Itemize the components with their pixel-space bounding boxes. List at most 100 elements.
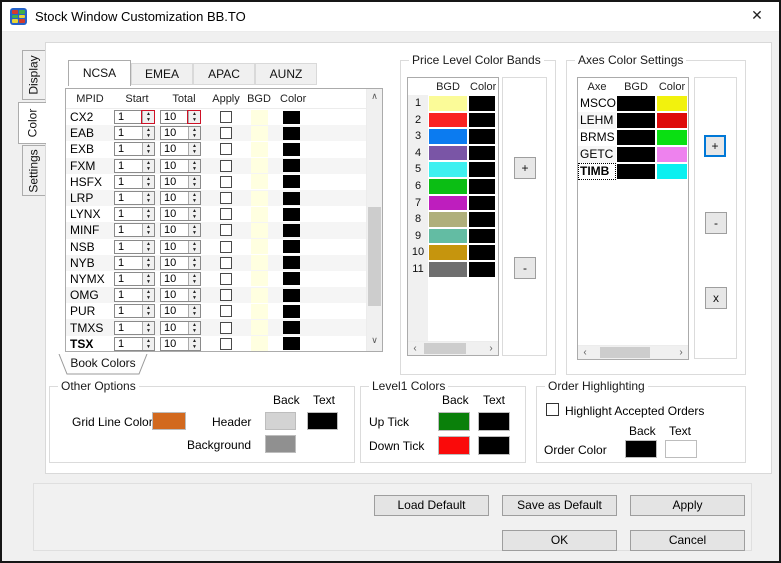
bgd-swatch[interactable] xyxy=(250,206,268,222)
apply-checkbox[interactable] xyxy=(220,321,232,334)
bgd-swatch[interactable] xyxy=(250,222,268,238)
delete-axe-button[interactable]: x xyxy=(705,287,727,309)
color-swatch[interactable] xyxy=(282,337,300,351)
total-spinner[interactable]: 10 ▲ ▼ xyxy=(160,142,201,157)
spinner-down-icon[interactable]: ▼ xyxy=(192,295,197,301)
bgd-swatch[interactable] xyxy=(250,158,268,174)
axe-bgd-swatch[interactable] xyxy=(616,112,656,129)
bgd-swatch[interactable] xyxy=(250,255,268,271)
spinner-arrows[interactable]: ▲ ▼ xyxy=(142,337,154,350)
spinner-arrows[interactable]: ▲ ▼ xyxy=(188,240,200,253)
axe-color-swatch[interactable] xyxy=(656,112,688,129)
spinner-down-icon[interactable]: ▼ xyxy=(192,182,197,188)
band-color-swatch[interactable] xyxy=(468,161,496,178)
color-swatch[interactable] xyxy=(282,288,300,302)
apply-button[interactable]: Apply xyxy=(630,495,745,516)
spinner-down-icon[interactable]: ▼ xyxy=(146,166,151,172)
spinner-arrows[interactable]: ▲ ▼ xyxy=(142,159,154,172)
total-spinner[interactable]: 10 ▲ ▼ xyxy=(160,239,201,254)
spinner-down-icon[interactable]: ▼ xyxy=(192,149,197,155)
spinner-arrows[interactable]: ▲ ▼ xyxy=(142,240,154,253)
band-color-swatch[interactable] xyxy=(468,211,496,228)
total-spinner[interactable]: 10 ▲ ▼ xyxy=(160,110,201,125)
axe-label[interactable]: LEHM xyxy=(578,112,616,129)
band-color-swatch[interactable] xyxy=(468,177,496,195)
spinner-down-icon[interactable]: ▼ xyxy=(146,182,151,188)
spinner-arrows[interactable]: ▲ ▼ xyxy=(142,208,154,221)
apply-checkbox[interactable] xyxy=(220,208,232,221)
total-spinner[interactable]: 10 ▲ ▼ xyxy=(160,223,201,238)
axe-label[interactable]: TIMB xyxy=(578,163,616,180)
total-spinner[interactable]: 10 ▲ ▼ xyxy=(160,304,201,319)
cancel-button[interactable]: Cancel xyxy=(630,530,745,551)
bgd-swatch[interactable] xyxy=(250,336,268,351)
tab-apac[interactable]: APAC xyxy=(193,63,255,85)
apply-checkbox[interactable] xyxy=(220,337,232,350)
color-swatch[interactable] xyxy=(282,256,300,270)
spinner-down-icon[interactable]: ▼ xyxy=(146,295,151,301)
bgd-swatch[interactable] xyxy=(250,303,268,319)
header-back-swatch[interactable] xyxy=(265,412,296,430)
spinner-arrows[interactable]: ▲ ▼ xyxy=(188,208,200,221)
apply-checkbox[interactable] xyxy=(220,305,232,318)
bgd-swatch[interactable] xyxy=(250,320,268,336)
spinner-down-icon[interactable]: ▼ xyxy=(192,247,197,253)
start-spinner[interactable]: 1 ▲ ▼ xyxy=(114,304,155,319)
spinner-down-icon[interactable]: ▼ xyxy=(192,311,197,317)
load-default-button[interactable]: Load Default xyxy=(374,495,489,516)
horizontal-scrollbar[interactable]: ‹ › xyxy=(408,341,498,355)
spinner-down-icon[interactable]: ▼ xyxy=(146,279,151,285)
scroll-up-icon[interactable]: ∧ xyxy=(367,91,382,105)
spinner-down-icon[interactable]: ▼ xyxy=(146,344,151,350)
scroll-left-icon[interactable]: ‹ xyxy=(408,342,422,355)
add-axe-button[interactable]: + xyxy=(704,135,726,157)
add-band-button[interactable]: + xyxy=(514,157,536,179)
apply-checkbox[interactable] xyxy=(220,143,232,156)
spinner-down-icon[interactable]: ▼ xyxy=(192,133,197,139)
up-tick-text-swatch[interactable] xyxy=(478,412,510,431)
apply-checkbox[interactable] xyxy=(220,256,232,269)
down-tick-text-swatch[interactable] xyxy=(478,436,510,455)
spinner-arrows[interactable]: ▲ ▼ xyxy=(142,224,154,237)
spinner-arrows[interactable]: ▲ ▼ xyxy=(188,192,200,205)
band-bgd-swatch[interactable] xyxy=(428,161,468,178)
color-swatch[interactable] xyxy=(282,142,300,156)
tab-ncsa[interactable]: NCSA xyxy=(68,60,131,86)
ok-button[interactable]: OK xyxy=(502,530,617,551)
axe-color-swatch[interactable] xyxy=(656,95,688,112)
spinner-arrows[interactable]: ▲ ▼ xyxy=(188,289,200,302)
apply-checkbox[interactable] xyxy=(220,111,232,124)
spinner-arrows[interactable]: ▲ ▼ xyxy=(142,256,154,269)
color-swatch[interactable] xyxy=(282,304,300,318)
total-spinner[interactable]: 10 ▲ ▼ xyxy=(160,174,201,189)
start-spinner[interactable]: 1 ▲ ▼ xyxy=(114,207,155,222)
apply-checkbox[interactable] xyxy=(220,192,232,205)
spinner-arrows[interactable]: ▲ ▼ xyxy=(142,192,154,205)
header-text-swatch[interactable] xyxy=(307,412,338,430)
color-swatch[interactable] xyxy=(282,110,300,124)
spinner-arrows[interactable]: ▲ ▼ xyxy=(141,110,155,125)
start-spinner[interactable]: 1 ▲ ▼ xyxy=(114,174,155,189)
band-bgd-swatch[interactable] xyxy=(428,111,468,129)
total-spinner[interactable]: 10 ▲ ▼ xyxy=(160,255,201,270)
apply-checkbox[interactable] xyxy=(220,224,232,237)
axe-bgd-swatch[interactable] xyxy=(616,163,656,180)
spinner-arrows[interactable]: ▲ ▼ xyxy=(188,305,200,318)
start-spinner[interactable]: 1 ▲ ▼ xyxy=(114,255,155,270)
color-swatch[interactable] xyxy=(282,321,300,335)
total-spinner[interactable]: 10 ▲ ▼ xyxy=(160,320,201,335)
band-bgd-swatch[interactable] xyxy=(428,227,468,245)
apply-checkbox[interactable] xyxy=(220,289,232,302)
total-spinner[interactable]: 10 ▲ ▼ xyxy=(160,126,201,141)
start-spinner[interactable]: 1 ▲ ▼ xyxy=(114,126,155,141)
spinner-arrows[interactable]: ▲ ▼ xyxy=(188,272,200,285)
bgd-swatch[interactable] xyxy=(250,190,268,206)
tab-emea[interactable]: EMEA xyxy=(131,63,193,85)
total-spinner[interactable]: 10 ▲ ▼ xyxy=(160,271,201,286)
scrollbar-thumb[interactable] xyxy=(368,206,381,307)
band-bgd-swatch[interactable] xyxy=(428,177,468,195)
band-color-swatch[interactable] xyxy=(468,128,496,145)
remove-axe-button[interactable]: - xyxy=(705,212,727,234)
start-spinner[interactable]: 1 ▲ ▼ xyxy=(114,223,155,238)
band-color-swatch[interactable] xyxy=(468,244,496,261)
